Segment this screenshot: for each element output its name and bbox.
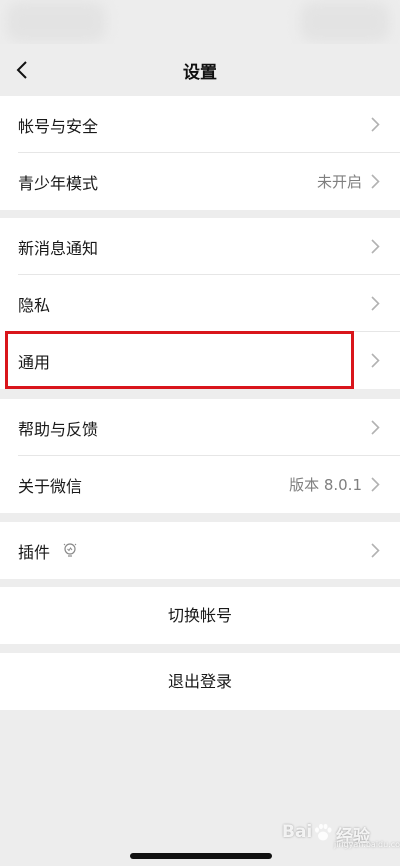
chevron-right-icon [371,296,380,311]
settings-item-youth-mode[interactable]: 青少年模式 未开启 [0,153,400,210]
settings-item-label: 帮助与反馈 [18,420,99,439]
page-title: 设置 [183,63,217,83]
chevron-right-icon [371,477,380,492]
home-indicator [130,853,272,859]
settings-item-plugins[interactable]: 插件 [0,522,400,579]
chevron-right-icon [371,420,380,435]
status-bar-left-blurred [6,2,106,42]
settings-item-label: 青少年模式 [18,174,99,193]
chevron-right-icon [371,174,380,189]
watermark: Bai 经验 jingyan.baidu.com [282,818,400,849]
status-bar [0,0,400,44]
settings-item-about[interactable]: 关于微信 版本 8.0.1 [0,456,400,513]
settings-item-account-security[interactable]: 帐号与安全 [0,96,400,153]
settings-item-label: 关于微信 [18,477,83,496]
chevron-right-icon [371,239,380,254]
chevron-right-icon [371,117,380,132]
paw-logo-icon [315,823,332,841]
settings-item-label: 新消息通知 [18,239,99,258]
settings-item-value: 未开启 [316,173,362,191]
settings-item-general[interactable]: 通用 [0,332,400,389]
settings-item-notifications[interactable]: 新消息通知 [0,218,400,275]
switch-account-button[interactable]: 切换帐号 [0,587,400,644]
settings-item-privacy[interactable]: 隐私 [0,275,400,332]
settings-item-value: 版本 8.0.1 [289,476,362,494]
settings-group-account: 帐号与安全 青少年模式 未开启 [0,96,400,210]
settings-group-general: 新消息通知 隐私 通用 [0,218,400,389]
watermark-text-left: Bai [282,822,313,842]
logout-button[interactable]: 退出登录 [0,653,400,710]
chevron-right-icon [371,543,380,558]
settings-group-plugins: 插件 [0,522,400,579]
settings-item-label: 插件 [18,543,51,562]
chevron-right-icon [371,353,380,368]
watermark-subtitle: jingyan.baidu.com [334,840,400,849]
settings-item-label: 通用 [18,353,51,372]
settings-item-label: 隐私 [18,296,51,315]
settings-group-help: 帮助与反馈 关于微信 版本 8.0.1 [0,399,400,513]
navigation-bar: 设置 [0,44,400,96]
status-bar-right-blurred [300,2,390,42]
settings-item-help-feedback[interactable]: 帮助与反馈 [0,399,400,456]
lightbulb-icon [63,543,77,557]
settings-item-label: 帐号与安全 [18,117,99,136]
